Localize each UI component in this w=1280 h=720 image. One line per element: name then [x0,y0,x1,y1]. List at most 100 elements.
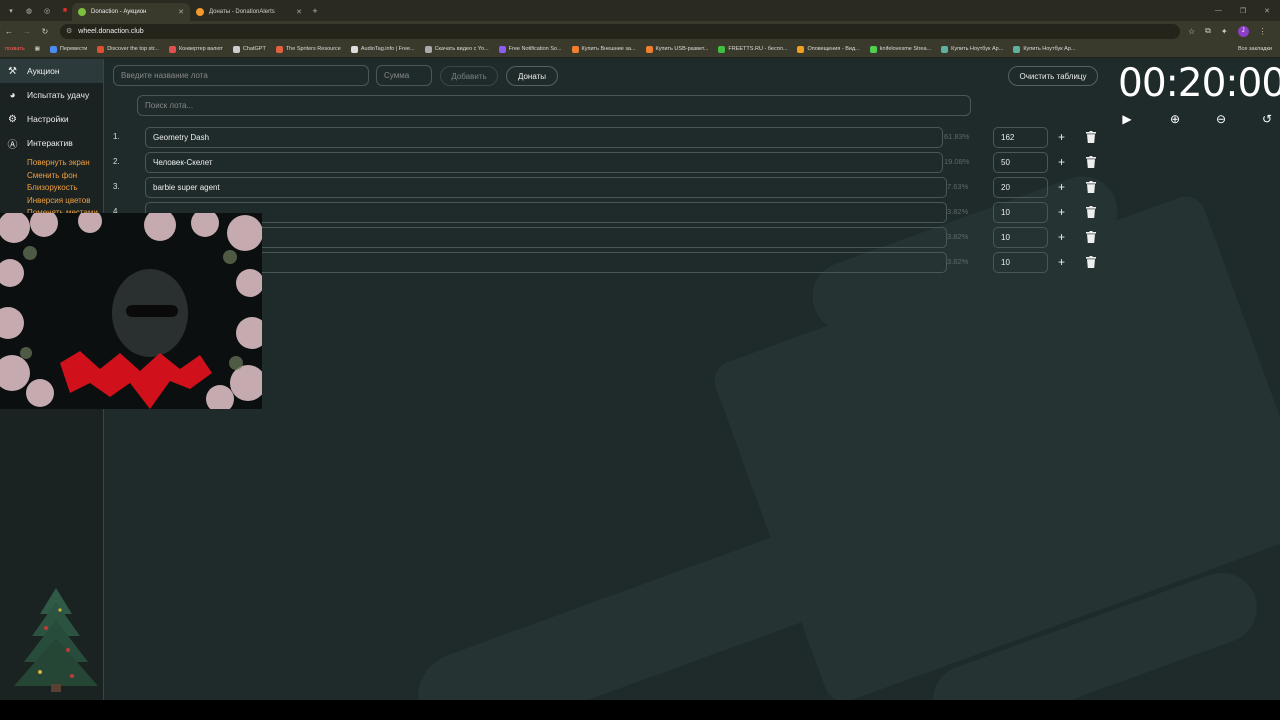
tab-auction[interactable]: Donaction - Аукцион ✕ [72,3,190,21]
webcam-overlay [0,213,262,409]
interactive-option[interactable]: Сменить фон [0,170,103,183]
add-amount-icon[interactable]: + [1058,130,1065,144]
lot-name-field[interactable]: Человек-Скелет [145,152,943,173]
pie-icon: ◕ [9,89,16,101]
delete-lot-icon[interactable] [1086,156,1096,168]
reset-icon[interactable]: ↺ [1259,111,1275,127]
bookmark-item[interactable]: Купить Ноутбук Ap... [936,45,1008,53]
lot-name-input[interactable]: Введите название лота [113,65,369,86]
bookmark-item[interactable]: AudioTag.info | Free... [346,45,420,53]
bookmark-item[interactable]: The Spriters Resource [271,45,346,53]
bookmark-item[interactable]: Discover the top str... [92,45,164,53]
bookmark-label: Перевести [59,46,88,52]
tab-title: Донаты - DonationAlerts [209,9,275,15]
add-time-icon[interactable]: ⊕ [1167,111,1183,127]
donates-button[interactable]: Донаты [506,66,558,86]
bookmark-item[interactable]: Купить Внешние за... [567,45,641,53]
bookmark-item[interactable]: Конвертер валют [164,45,228,53]
extension-icon[interactable]: ⧉ [1205,26,1211,36]
bookmark-favicon [97,45,105,53]
add-amount-icon[interactable]: + [1058,180,1065,194]
bookmark-label: ChatGPT [242,46,266,52]
bookmark-item[interactable]: Скачать видео с Yo... [420,45,494,53]
menu-dots-icon[interactable]: ⋮ [1259,27,1267,36]
add-amount-icon[interactable]: + [1058,230,1065,244]
bookmark-label: Discover the top str... [107,46,159,52]
bookmark-item[interactable]: Оповещения - Вид... [792,45,864,53]
clear-table-button[interactable]: Очистить таблицу [1008,66,1098,86]
interactive-option[interactable]: Близорукость [0,182,103,195]
sidebar-item[interactable]: ⚒ Аукцион [0,59,103,83]
pinned-tab-icon[interactable]: ■ [58,4,72,18]
forward-icon[interactable]: → [18,27,36,36]
delete-lot-icon[interactable] [1086,206,1096,218]
bookmark-item[interactable]: Free Notification So... [494,45,567,53]
delete-lot-icon[interactable] [1086,231,1096,243]
add-amount-icon[interactable]: + [1058,205,1065,219]
url-input[interactable]: ⚙ wheel.donaction.club [60,23,1180,39]
gear-icon: ⚙ [8,113,17,125]
sidebar-item-label: Настройки [27,114,69,124]
tab-donationalerts[interactable]: Донаты - DonationAlerts ✕ [190,3,308,21]
apps-grid-icon[interactable]: ▦ [30,46,45,52]
lot-search-input[interactable]: Поиск лота... [137,95,971,116]
lot-name-field[interactable]: …но [145,227,947,248]
bookmark-label: knifelovesme Strea... [879,46,932,52]
browser-app-icon[interactable]: ◍ [22,4,36,18]
bookmark-item[interactable]: FREETTS.RU - беспл... [713,45,792,53]
maximize-icon[interactable]: ❐ [1240,7,1246,15]
bookmark-item[interactable]: ChatGPT [228,45,271,53]
play-icon[interactable]: ▶ [1119,111,1135,127]
lot-amount-field[interactable]: 10 [993,202,1048,223]
lot-name-field[interactable]: Geometry Dash [145,127,943,148]
sidebar-item[interactable]: Ⓐ Интерактив [0,131,103,155]
url-text: wheel.donaction.club [78,27,144,35]
lot-amount-field[interactable]: 10 [993,227,1048,248]
tab-search-icon[interactable]: ▾ [4,4,18,18]
close-tab-icon[interactable]: ✕ [178,8,184,16]
browser-app-icon-2[interactable]: ◎ [40,4,54,18]
interactive-option[interactable]: Инверсия цветов [0,195,103,208]
subtract-time-icon[interactable]: ⊖ [1213,111,1229,127]
bookmark-call[interactable]: позвать [0,46,30,52]
profile-avatar[interactable]: J [1237,25,1249,37]
lot-amount-field[interactable]: 50 [993,152,1048,173]
site-info-icon[interactable]: ⚙ [66,27,72,35]
delete-lot-icon[interactable] [1086,131,1096,143]
add-amount-icon[interactable]: + [1058,155,1065,169]
bookmark-label: Купить USB-развет... [655,46,709,52]
bookmark-label: The Spriters Resource [285,46,341,52]
reload-icon[interactable]: ↻ [36,27,54,36]
lot-name-field[interactable]: … версия [145,252,947,273]
bookmark-star-icon[interactable]: ☆ [1188,27,1195,36]
add-amount-icon[interactable]: + [1058,255,1065,269]
delete-lot-icon[interactable] [1086,181,1096,193]
lot-amount-field[interactable]: 20 [993,177,1048,198]
all-bookmarks[interactable]: Все закладки [1233,46,1280,52]
delete-lot-icon[interactable] [1086,256,1096,268]
minimize-icon[interactable]: — [1215,7,1222,15]
extensions-puzzle-icon[interactable]: ✦ [1221,27,1228,36]
lot-percent: 3.82% [947,232,969,241]
bookmark-item[interactable]: Купить USB-развет... [641,45,714,53]
lot-row: 5.…но3.82%10+ [113,227,1113,248]
sidebar-item[interactable]: ⚙ Настройки [0,107,103,131]
bookmark-item[interactable]: Купить Ноутбук Ap... [1008,45,1080,53]
auction-main: Введите название лота Сумма Добавить Дон… [105,59,1280,700]
bookmark-favicon [168,45,176,53]
lot-name-field[interactable]: barbie super agent [145,177,947,198]
interactive-option[interactable]: Повернуть экран [0,157,103,170]
sidebar-item[interactable]: ◕ Испытать удачу [0,83,103,107]
lot-amount-field[interactable]: 162 [993,127,1048,148]
close-window-icon[interactable]: ✕ [1264,7,1270,15]
add-lot-button[interactable]: Добавить [440,66,498,86]
sum-input[interactable]: Сумма [376,65,432,86]
lot-index: 2. [113,157,120,166]
back-icon[interactable]: ← [0,27,18,36]
bookmark-item[interactable]: knifelovesme Strea... [865,45,936,53]
lot-amount-field[interactable]: 10 [993,252,1048,273]
new-tab-button[interactable]: + [308,6,322,16]
lot-name-field[interactable]: … [145,202,947,223]
bookmark-item[interactable]: Перевести [45,45,92,53]
close-tab-icon[interactable]: ✕ [296,8,302,16]
